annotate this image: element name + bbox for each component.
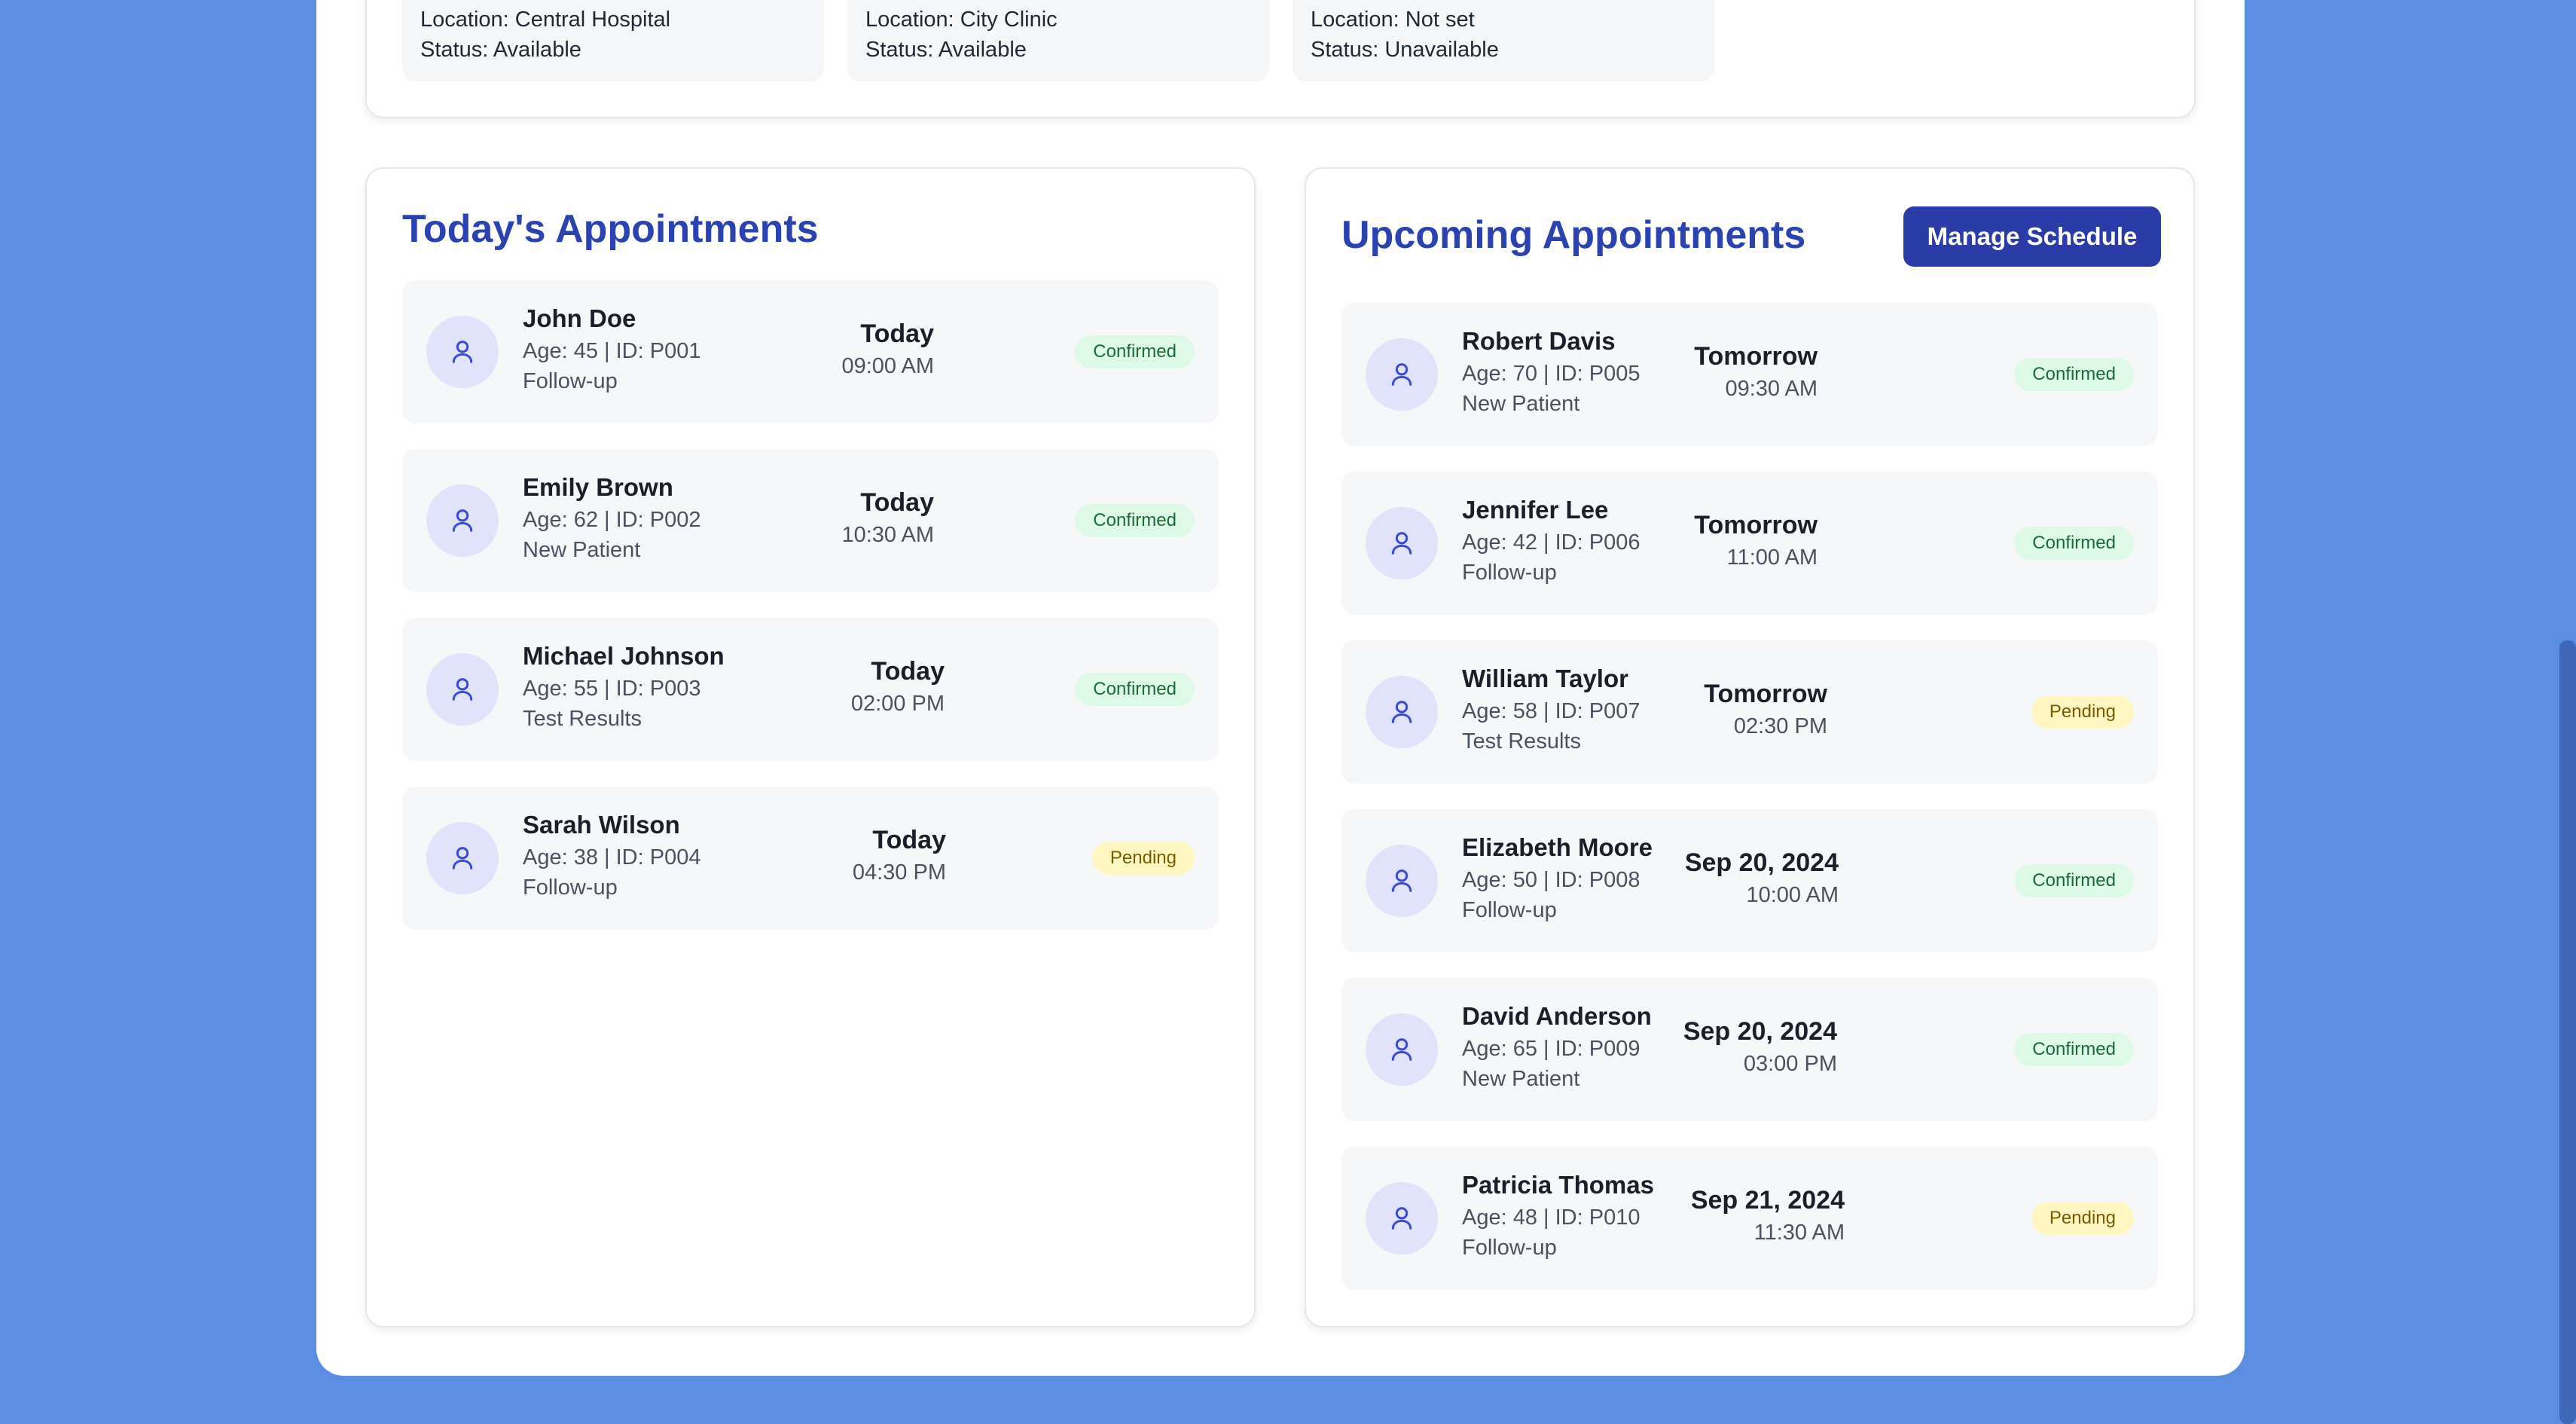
appointment-day: Today	[872, 826, 946, 854]
appointment-time: Sep 21, 2024 11:30 AM	[1619, 1147, 1845, 1290]
appointment-hour: 11:30 AM	[1753, 1221, 1845, 1245]
appointment-day: Today	[871, 657, 945, 686]
status-badge: Confirmed	[2014, 358, 2134, 391]
appointment-type: New Patient	[1462, 1067, 1580, 1091]
appointment-time: Tomorrow 02:30 PM	[1601, 640, 1827, 784]
appointment-card[interactable]: Elizabeth Moore Age: 50 | ID: P008 Follow-…	[1341, 809, 2158, 952]
location-status: Status: Available	[865, 38, 1027, 62]
user-icon	[1366, 1182, 1438, 1254]
appointment-day: Sep 21, 2024	[1690, 1186, 1845, 1215]
user-icon	[426, 316, 499, 388]
location-name: Location: Not set	[1311, 8, 1475, 32]
appointment-hour: 09:00 AM	[841, 354, 934, 378]
patient-name: Jennifer Lee	[1462, 496, 1609, 524]
appointment-card[interactable]: David Anderson Age: 65 | ID: P009 New Pati…	[1341, 978, 2158, 1121]
appointment-time: Today 04:30 PM	[720, 787, 946, 930]
appointment-day: Tomorrow	[1704, 680, 1827, 708]
appointment-hour: 10:00 AM	[1746, 883, 1839, 907]
user-icon	[1366, 845, 1438, 917]
appointment-time: Tomorrow 09:30 AM	[1592, 303, 1818, 446]
appointment-type: New Patient	[1462, 392, 1580, 416]
appointment-day: Tomorrow	[1694, 342, 1818, 371]
appointment-card[interactable]: John Doe Age: 45 | ID: P001 Follow-up Today…	[402, 280, 1219, 423]
user-icon	[1366, 1013, 1438, 1086]
appointment-time: Today 09:00 AM	[708, 280, 934, 423]
appointment-time: Today 02:00 PM	[719, 618, 945, 761]
appointment-day: Sep 20, 2024	[1684, 848, 1839, 877]
appointment-type: Follow-up	[523, 369, 618, 393]
work-locations-card: Location: Central Hospital Status: Avail…	[365, 0, 2196, 118]
appointment-card[interactable]: Michael Johnson Age: 55 | ID: P003 Test Re…	[402, 618, 1219, 761]
location-status: Status: Available	[420, 38, 581, 62]
user-icon	[1366, 507, 1438, 579]
patient-meta: Age: 45 | ID: P001	[523, 339, 701, 363]
status-badge: Pending	[2031, 695, 2134, 729]
appointment-type: Test Results	[523, 707, 642, 731]
patient-meta: Age: 48 | ID: P010	[1462, 1206, 1641, 1230]
appointment-type: Follow-up	[1462, 1236, 1557, 1260]
appointment-day: Today	[860, 319, 934, 348]
upcoming-appointments-panel: Upcoming Appointments Manage Schedule Ro…	[1305, 167, 2195, 1328]
appointment-day: Sep 20, 2024	[1683, 1017, 1837, 1046]
manage-schedule-button[interactable]: Manage Schedule	[1903, 206, 2161, 267]
appointment-type: New Patient	[523, 538, 641, 562]
appointment-card[interactable]: Sarah Wilson Age: 38 | ID: P004 Follow-up T…	[402, 787, 1219, 930]
status-badge: Confirmed	[2014, 864, 2134, 897]
appointment-time: Tomorrow 11:00 AM	[1592, 472, 1818, 615]
appointment-hour: 03:00 PM	[1743, 1052, 1837, 1076]
appointment-time: Today 10:30 AM	[708, 449, 934, 592]
patient-name: Emily Brown	[523, 473, 673, 501]
appointment-type: Test Results	[1462, 729, 1581, 753]
user-icon	[426, 653, 499, 726]
patient-name: John Doe	[523, 304, 636, 332]
patient-name: Sarah Wilson	[523, 811, 680, 839]
user-icon	[426, 484, 499, 557]
location-box: Location: City Clinic Status: Available	[847, 0, 1269, 81]
appointment-hour: 09:30 AM	[1725, 377, 1818, 401]
patient-meta: Age: 55 | ID: P003	[523, 677, 701, 701]
patient-name: Michael Johnson	[523, 642, 725, 670]
appointment-time: Sep 20, 2024 03:00 PM	[1611, 978, 1837, 1121]
appointment-hour: 04:30 PM	[852, 860, 946, 885]
appointment-hour: 02:00 PM	[850, 692, 945, 716]
todays-appointments-title: Today's Appointments	[402, 207, 819, 251]
user-icon	[426, 822, 499, 894]
todays-appointments-panel: Today's Appointments John Doe Age: 45 | I…	[365, 167, 1256, 1328]
status-badge: Confirmed	[2014, 1033, 2134, 1066]
appointment-hour: 11:00 AM	[1726, 545, 1818, 570]
status-badge: Confirmed	[1075, 504, 1195, 537]
status-badge: Confirmed	[1075, 673, 1195, 706]
location-name: Location: City Clinic	[865, 8, 1058, 32]
appointment-type: Follow-up	[523, 875, 618, 900]
status-badge: Confirmed	[1075, 335, 1195, 368]
appointment-card[interactable]: Robert Davis Age: 70 | ID: P005 New Patien…	[1341, 303, 2158, 446]
status-badge: Confirmed	[2014, 527, 2134, 560]
appointment-hour: 02:30 PM	[1733, 714, 1827, 738]
scrollbar-thumb[interactable]	[2559, 640, 2576, 1424]
appointment-card[interactable]: William Taylor Age: 58 | ID: P007 Test Res…	[1341, 640, 2158, 784]
location-box: Location: Not set Status: Unavailable	[1293, 0, 1714, 81]
user-icon	[1366, 676, 1438, 748]
appointment-hour: 10:30 AM	[841, 523, 934, 547]
status-badge: Pending	[1091, 842, 1195, 875]
appointment-type: Follow-up	[1462, 561, 1557, 585]
patient-meta: Age: 38 | ID: P004	[523, 845, 701, 869]
appointment-card[interactable]: Emily Brown Age: 62 | ID: P002 New Patient…	[402, 449, 1219, 592]
patient-meta: Age: 62 | ID: P002	[523, 508, 701, 532]
appointment-card[interactable]: Jennifer Lee Age: 42 | ID: P006 Follow-up T…	[1341, 472, 2158, 615]
appointment-card[interactable]: Patricia Thomas Age: 48 | ID: P010 Follow-…	[1341, 1147, 2158, 1290]
appointment-day: Today	[860, 488, 934, 517]
location-name: Location: Central Hospital	[420, 8, 671, 32]
upcoming-appointments-title: Upcoming Appointments	[1341, 213, 1806, 257]
appointment-time: Sep 20, 2024 10:00 AM	[1613, 809, 1839, 952]
location-box: Location: Central Hospital Status: Avail…	[402, 0, 824, 81]
scrollbar-track[interactable]	[2559, 0, 2576, 1424]
appointment-day: Tomorrow	[1694, 511, 1818, 539]
appointment-type: Follow-up	[1462, 898, 1557, 922]
location-status: Status: Unavailable	[1311, 38, 1499, 62]
status-badge: Pending	[2031, 1202, 2134, 1235]
user-icon	[1366, 338, 1438, 411]
